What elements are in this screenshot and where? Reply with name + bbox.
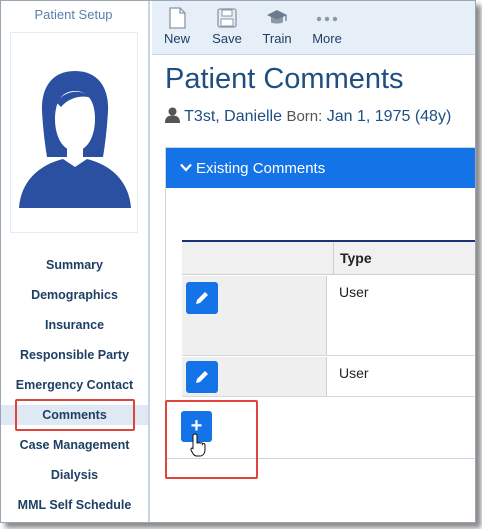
toolbar: New Save Train More xyxy=(152,1,475,55)
type-cell: User xyxy=(339,284,369,300)
sidebar: Patient Setup Summary Demographics Insur… xyxy=(1,1,150,522)
page-title: Patient Comments xyxy=(165,63,404,95)
main-content: New Save Train More Patient Comments T3s… xyxy=(152,1,475,522)
sidebar-item-emergency-contact[interactable]: Emergency Contact xyxy=(1,375,148,395)
new-label: New xyxy=(163,31,190,46)
hand-pointer-icon xyxy=(190,433,206,457)
table-row: User xyxy=(182,276,475,356)
sidebar-title: Patient Setup xyxy=(34,7,113,22)
patient-info: T3st, Danielle Born: Jan 1, 1975 (48y) xyxy=(165,107,451,126)
more-dots-icon xyxy=(316,16,338,22)
graduation-cap-icon xyxy=(267,10,287,24)
avatar xyxy=(10,32,138,233)
column-header-type[interactable]: Type xyxy=(333,242,475,275)
app-window: Patient Setup Summary Demographics Insur… xyxy=(0,0,476,523)
pencil-icon xyxy=(196,292,208,304)
patient-silhouette-icon xyxy=(19,71,131,208)
chevron-down-icon xyxy=(180,148,192,188)
type-cell: User xyxy=(339,365,369,381)
save-label: Save xyxy=(212,31,242,46)
edit-cell xyxy=(182,357,327,396)
sidebar-item-dialysis[interactable]: Dialysis xyxy=(1,465,148,485)
save-button[interactable]: Save xyxy=(210,7,244,46)
born-value: Jan 1, 1975 (48y) xyxy=(326,108,452,125)
save-icon xyxy=(217,8,237,28)
sidebar-item-case-management[interactable]: Case Management xyxy=(1,435,148,455)
train-label: Train xyxy=(262,31,292,46)
new-button[interactable]: New xyxy=(162,7,192,46)
existing-comments-title: Existing Comments xyxy=(196,160,326,177)
edit-button[interactable] xyxy=(186,361,218,393)
patient-name[interactable]: T3st, Danielle xyxy=(184,108,282,125)
edit-cell xyxy=(182,276,327,355)
pencil-icon xyxy=(196,371,208,383)
sidebar-item-mml-self-schedule[interactable]: MML Self Schedule xyxy=(1,495,148,515)
table-row: User xyxy=(182,357,475,397)
sidebar-item-responsible-party[interactable]: Responsible Party xyxy=(1,345,148,365)
edit-button[interactable] xyxy=(186,282,218,314)
train-button[interactable]: Train xyxy=(260,7,294,46)
sidebar-item-summary[interactable]: Summary xyxy=(1,255,148,275)
existing-comments-header[interactable]: Existing Comments xyxy=(166,148,475,188)
sidebar-item-insurance[interactable]: Insurance xyxy=(1,315,148,335)
sidebar-item-demographics[interactable]: Demographics xyxy=(1,285,148,305)
more-button[interactable]: More xyxy=(310,7,344,46)
comments-highlight-box xyxy=(15,399,135,431)
born-label: Born: xyxy=(286,108,323,125)
user-icon xyxy=(165,107,180,123)
more-label: More xyxy=(312,31,342,46)
new-document-icon xyxy=(169,7,186,29)
table-header-row: Type xyxy=(182,240,475,275)
